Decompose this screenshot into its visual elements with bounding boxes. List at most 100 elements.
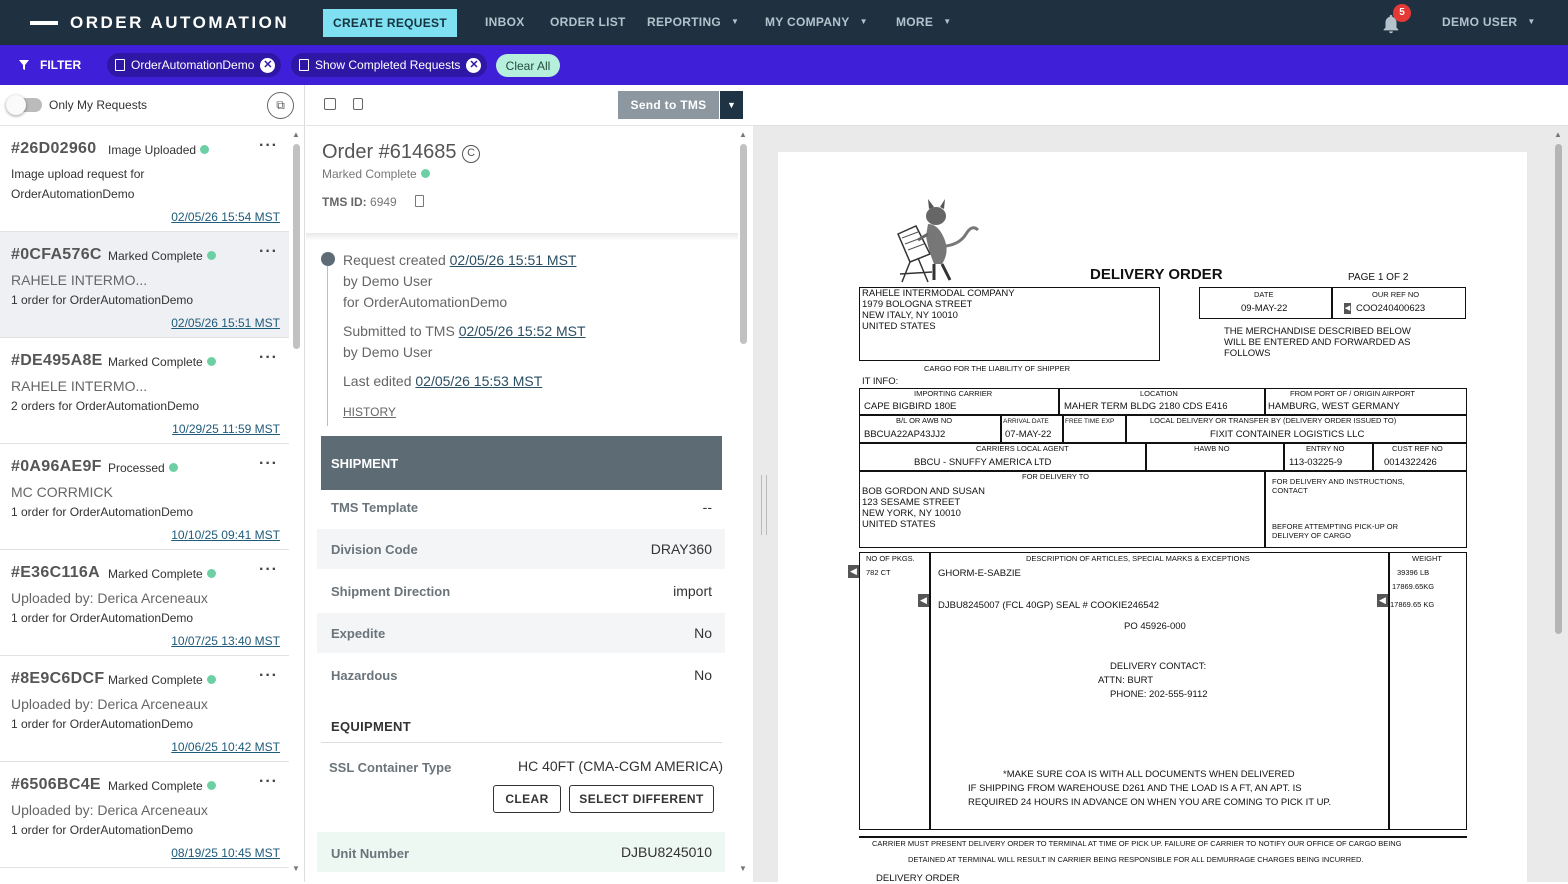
filter-chip-company[interactable]: OrderAutomationDemo ✕ (107, 53, 282, 77)
scroll-down-icon[interactable]: ▼ (739, 864, 747, 873)
duplicate-icon[interactable] (353, 98, 363, 110)
request-date-link[interactable]: 10/07/25 13:40 MST (171, 634, 280, 648)
request-list-item[interactable]: #E36C116A Marked Complete ··· Uploaded by: … (0, 550, 289, 656)
request-status: Marked Complete (108, 249, 216, 263)
list-scrollbar[interactable]: ▲ ▼ (292, 130, 301, 875)
request-detail: 1 order for OrderAutomationDemo (11, 505, 194, 519)
create-request-button[interactable]: CREATE REQUEST (323, 9, 457, 37)
request-status-text: Marked Complete (108, 673, 203, 687)
merch-note: FOLLOWS (1224, 348, 1271, 359)
history-link[interactable]: HISTORY (343, 405, 396, 419)
request-list-item[interactable]: #DE495A8E Marked Complete ··· RAHELE INTERM… (0, 338, 289, 444)
more-options-icon[interactable]: ··· (259, 455, 278, 473)
request-id: #26D02960 (11, 140, 97, 157)
status-dot (206, 569, 216, 578)
request-list-item[interactable]: #0CFA576C Marked Complete ··· RAHELE INTERM… (0, 232, 289, 338)
nav-inbox[interactable]: INBOX (485, 15, 525, 29)
request-status: Marked Complete (108, 673, 216, 687)
filter-toggle[interactable]: FILTER (18, 58, 81, 72)
nav-reporting[interactable]: REPORTING ▼ (647, 15, 739, 29)
scroll-up-icon[interactable]: ▲ (739, 130, 747, 139)
more-options-icon[interactable]: ··· (259, 243, 278, 261)
filter-chip-completed[interactable]: Show Completed Requests ✕ (291, 53, 488, 77)
unit-number-label: Unit Number (331, 846, 409, 861)
scrollbar-thumb[interactable] (1555, 144, 1562, 634)
request-id: #8E9C6DCF (11, 670, 105, 687)
document-icon (299, 59, 309, 71)
field-value: import (673, 583, 712, 599)
divider (321, 742, 722, 743)
viewer-scrollbar[interactable]: ▲ (1554, 130, 1563, 875)
resize-handle[interactable] (761, 475, 767, 535)
status-dot (206, 251, 216, 260)
request-date-link[interactable]: 10/10/25 09:41 MST (171, 528, 280, 542)
instructions-line: CONTACT (1272, 486, 1308, 495)
more-options-icon[interactable]: ··· (259, 667, 278, 685)
comment-icon[interactable] (324, 98, 336, 110)
request-date-link[interactable]: 08/19/25 10:45 MST (171, 846, 280, 860)
send-options-chevron-icon[interactable]: ▼ (720, 91, 743, 119)
timeline-submitted-date[interactable]: 02/05/26 15:52 MST (459, 323, 586, 339)
unit-number-row[interactable]: Unit Number DJBU8245010 (317, 832, 725, 872)
close-icon[interactable]: ✕ (260, 57, 276, 73)
request-date-link[interactable]: 10/29/25 11:59 MST (172, 422, 280, 436)
nav-order-list[interactable]: ORDER LIST (550, 15, 626, 29)
request-date-link[interactable]: 10/06/25 10:42 MST (171, 740, 280, 754)
unit-number-value: DJBU8245010 (620, 844, 712, 860)
scroll-down-icon[interactable]: ▼ (292, 864, 300, 873)
location: MAHER TERM BLDG 2180 CDS E416 (1064, 401, 1228, 412)
more-options-icon[interactable]: ··· (259, 773, 278, 791)
ssl-container-type-label: SSL Container Type (329, 760, 452, 775)
request-list-item[interactable]: #0A96AE9F Processed ··· MC CORRMICK 1 order … (0, 444, 289, 550)
nav-more[interactable]: MORE ▼ (896, 15, 951, 29)
select-different-button[interactable]: SELECT DIFFERENT (569, 785, 714, 813)
timeline-created-date[interactable]: 02/05/26 15:51 MST (450, 252, 577, 268)
doc-title: DELIVERY ORDER (1090, 266, 1223, 283)
scrollbar-thumb[interactable] (740, 144, 747, 344)
request-id: #E36C116A (11, 564, 100, 581)
clear-all-button[interactable]: Clear All (496, 54, 560, 77)
scroll-up-icon[interactable]: ▲ (292, 130, 300, 139)
request-date-link[interactable]: 02/05/26 15:54 MST (171, 210, 280, 224)
request-status: Marked Complete (108, 355, 216, 369)
arrival-value: 07-MAY-22 (1005, 429, 1052, 440)
more-options-icon[interactable]: ··· (259, 137, 278, 155)
only-my-requests-toggle[interactable] (6, 95, 42, 115)
request-list-item[interactable]: #8E9C6DCF Marked Complete ··· Uploaded by: … (0, 656, 289, 762)
close-icon[interactable]: ✕ (466, 57, 482, 73)
send-to-tms-button[interactable]: Send to TMS (618, 91, 719, 119)
cargo-note: CARGO FOR THE LIABILITY OF SHIPPER (924, 364, 1071, 373)
order-status-text: Marked Complete (322, 167, 417, 181)
port: HAMBURG, WEST GERMANY (1268, 401, 1400, 412)
more-options-icon[interactable]: ··· (259, 561, 278, 579)
request-detail: 2 orders for OrderAutomationDemo (11, 399, 200, 413)
shipment-field-row[interactable]: TMS Template -- (317, 487, 725, 527)
status-dot (420, 169, 430, 178)
clear-button[interactable]: CLEAR (493, 785, 561, 813)
request-list-toolbar: Only My Requests ⧉ (0, 85, 304, 126)
shipment-section-header[interactable]: SHIPMENT (321, 436, 722, 490)
contact-line: DELIVERY CONTACT: (1110, 661, 1207, 672)
clipboard-icon[interactable] (415, 195, 424, 207)
request-summary: Uploaded by: Derica Arceneaux (11, 590, 208, 606)
field-label: TMS Template (331, 500, 419, 515)
copy-icon[interactable]: ⧉ (267, 92, 294, 119)
detail-scrollbar[interactable]: ▲ ▼ (739, 130, 748, 875)
request-detail: 1 order for OrderAutomationDemo (11, 293, 194, 307)
request-date-link[interactable]: 02/05/26 15:51 MST (171, 316, 280, 330)
user-menu[interactable]: DEMO USER ▼ (1442, 15, 1536, 29)
request-list-item[interactable]: #26D02960 Image Uploaded ··· Image upload r… (0, 126, 289, 232)
scroll-up-icon[interactable]: ▲ (1554, 130, 1562, 139)
shipment-field-row[interactable]: Shipment Direction import (317, 571, 725, 611)
chevron-down-icon: ▼ (1527, 17, 1536, 26)
footer-title: DELIVERY ORDER (876, 873, 960, 884)
request-list-item[interactable]: #6506BC4E Marked Complete ··· Uploaded by: … (0, 762, 289, 868)
shipment-field-row[interactable]: Expedite No (317, 613, 725, 653)
more-options-icon[interactable]: ··· (259, 349, 278, 367)
app-logo[interactable]: ORDER AUTOMATION (30, 12, 289, 34)
shipment-field-row[interactable]: Division Code DRAY360 (317, 529, 725, 569)
scrollbar-thumb[interactable] (293, 144, 300, 349)
timeline-edited-date[interactable]: 02/05/26 15:53 MST (415, 373, 542, 389)
nav-my-company[interactable]: MY COMPANY ▼ (765, 15, 868, 29)
shipment-field-row[interactable]: Hazardous No (317, 655, 725, 695)
